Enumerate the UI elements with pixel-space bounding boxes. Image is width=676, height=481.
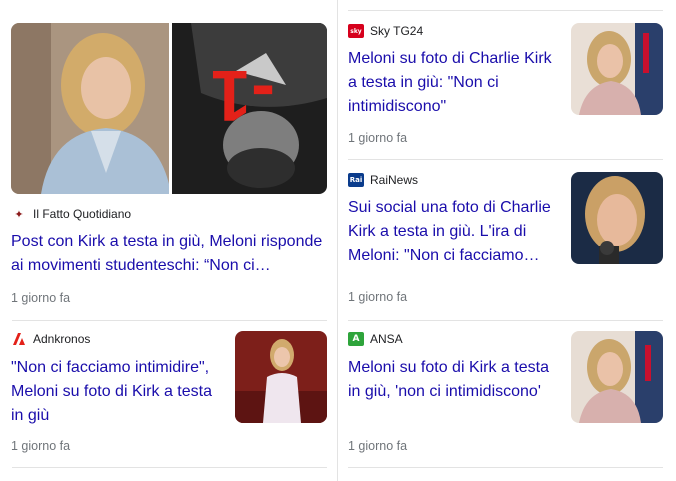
source-name: Sky TG24 [370,24,424,38]
news-card-ansa[interactable]: A ANSA Meloni su foto di Kirk a testa in… [338,322,674,466]
source-name: RaiNews [370,173,419,187]
hero-image [11,23,327,194]
sky-tg24-logo-icon: sky [348,24,364,38]
card-thumbnail[interactable] [571,172,663,264]
card-timestamp: 1 giorno fa [348,439,408,453]
hero-thumbnail[interactable]: -1 [11,23,327,194]
news-card-skytg24[interactable]: sky Sky TG24 Meloni su foto di Charlie K… [338,11,674,158]
headline-link[interactable]: Meloni su foto di Charlie Kirk a testa i… [348,47,562,119]
card-timestamp: 1 giorno fa [348,290,408,304]
source-name: Il Fatto Quotidiano [33,207,132,221]
card-source: A ANSA [348,331,403,347]
thumbnail-image [571,172,663,264]
hero-timestamp: 1 giorno fa [11,291,71,305]
divider [12,467,327,468]
thumbnail-image [571,331,663,423]
adnkronos-logo-icon [11,332,27,346]
divider [12,320,327,321]
minus-one-overlay: -1 [211,55,276,135]
thumbnail-image [571,23,663,115]
divider [348,320,663,321]
card-timestamp: 1 giorno fa [11,439,71,453]
thumbnail-image [235,331,327,423]
divider [348,467,663,468]
card-thumbnail[interactable] [571,331,663,423]
headline-link[interactable]: "Non ci facciamo intimidire", Meloni su … [11,356,221,428]
headline-link[interactable]: Meloni su foto di Kirk a testa in giù, '… [348,356,562,404]
card-source: sky Sky TG24 [348,23,423,39]
hero-news-card[interactable]: -1 ✦ Il Fatto Quotidiano Post con Kirk a… [0,0,336,318]
source-name: Adnkronos [33,332,91,346]
ansa-logo-icon: A [348,332,364,346]
source-name: ANSA [370,332,403,346]
news-card-adnkronos[interactable]: Adnkronos "Non ci facciamo intimidire", … [0,322,336,466]
card-thumbnail[interactable] [571,23,663,115]
il-fatto-quotidiano-logo-icon: ✦ [11,207,27,221]
rainews-logo-icon: Rai [348,173,364,187]
card-source: Adnkronos [11,331,90,347]
card-timestamp: 1 giorno fa [348,131,408,145]
hero-source: ✦ Il Fatto Quotidiano [11,206,131,222]
card-thumbnail[interactable] [235,331,327,423]
news-card-rainews[interactable]: Rai RaiNews Sui social una foto di Charl… [338,160,674,318]
card-source: Rai RaiNews [348,172,418,188]
hero-headline-link[interactable]: Post con Kirk a testa in giù, Meloni ris… [11,230,329,278]
headline-link[interactable]: Sui social una foto di Charlie Kirk a te… [348,196,562,268]
